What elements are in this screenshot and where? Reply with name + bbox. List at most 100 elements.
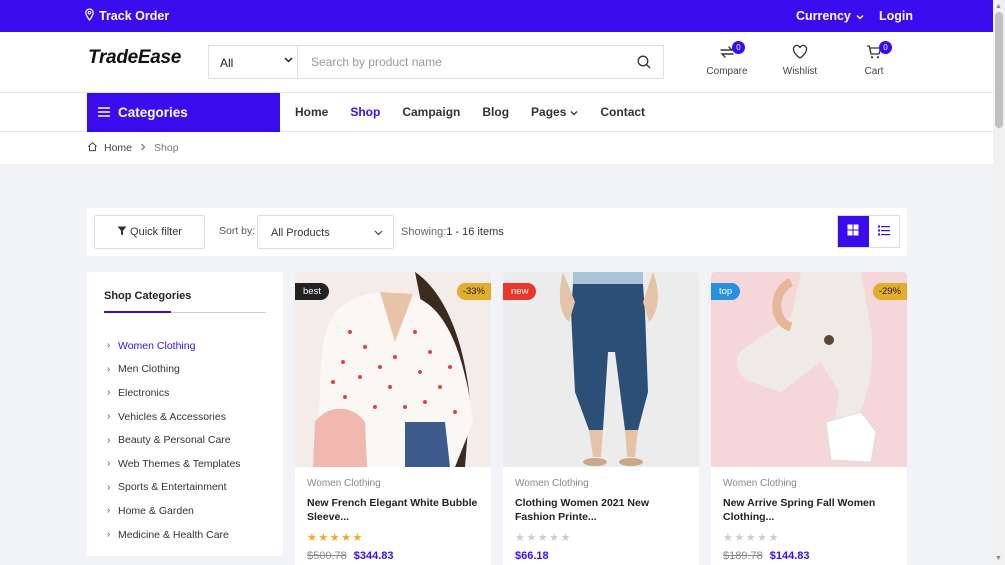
- chevron-right-icon: ›: [107, 340, 111, 352]
- chevron-right-icon: ›: [107, 387, 111, 399]
- category-list: › Women Clothing › Men Clothing › Electroni…: [107, 334, 241, 546]
- product-rating: ★ ★ ★ ★ ★: [723, 531, 779, 544]
- chevron-down-icon: [570, 105, 578, 119]
- chevron-down-icon: [374, 227, 383, 239]
- chevron-right-icon: ›: [107, 458, 111, 470]
- chevron-right-icon: ›: [107, 481, 111, 493]
- grid-icon: [847, 223, 859, 241]
- compare-button[interactable]: 0 Compare: [697, 41, 757, 77]
- product-prices: $66.18: [515, 550, 549, 562]
- sort-label: Sort by:: [219, 225, 256, 237]
- search-bar: All: [208, 45, 664, 79]
- nav-link-campaign[interactable]: Campaign: [402, 105, 460, 119]
- product-image[interactable]: best -33%: [295, 272, 491, 467]
- category-item-women-clothing[interactable]: › Women Clothing: [107, 334, 241, 358]
- category-label: Vehicles & Accessories: [118, 410, 226, 423]
- star-icon: ★: [341, 532, 352, 544]
- category-item-sports[interactable]: › Sports & Entertainment: [107, 476, 241, 500]
- current-price: $144.83: [769, 550, 810, 562]
- current-price: $66.18: [515, 550, 549, 562]
- quick-filter-button[interactable]: Quick filter: [94, 215, 205, 249]
- logo[interactable]: TradeEase: [88, 47, 181, 69]
- cart-button[interactable]: 0 Cart: [844, 41, 904, 77]
- currency-dropdown[interactable]: Currency: [796, 9, 864, 23]
- nav-link-contact[interactable]: Contact: [600, 105, 645, 119]
- product-card[interactable]: best -33% Women Clothing New French Eleg…: [295, 272, 491, 565]
- list-view-button[interactable]: [869, 216, 900, 247]
- category-item-web-themes[interactable]: › Web Themes & Templates: [107, 452, 241, 476]
- product-image[interactable]: new: [503, 272, 699, 467]
- star-icon: ★: [745, 532, 757, 544]
- breadcrumb-home[interactable]: Home: [104, 142, 132, 154]
- star-icon: ★: [549, 532, 560, 544]
- track-order-link[interactable]: Track Order: [84, 8, 169, 24]
- category-label: Men Clothing: [118, 363, 180, 376]
- shop-categories-title: Shop Categories: [104, 290, 192, 302]
- category-item-electronics[interactable]: › Electronics: [107, 381, 241, 405]
- category-item-men-clothing[interactable]: › Men Clothing: [107, 358, 241, 382]
- nav-link-shop[interactable]: Shop: [350, 105, 380, 119]
- star-icon: ★: [329, 532, 341, 544]
- category-item-home-garden[interactable]: › Home & Garden: [107, 499, 241, 523]
- compare-count-badge: 0: [732, 41, 745, 54]
- current-price: $344.83: [353, 550, 394, 562]
- track-order-label: Track Order: [99, 9, 170, 23]
- wishlist-button[interactable]: Wishlist: [770, 44, 830, 77]
- search-input[interactable]: [298, 46, 663, 78]
- showing-count: Showing:1 - 16 items: [401, 226, 504, 238]
- category-label: Women Clothing: [118, 339, 196, 352]
- chevron-right-icon: ›: [107, 505, 111, 517]
- product-name[interactable]: New French Elegant White Bubble Sleeve..…: [307, 497, 482, 524]
- product-image[interactable]: top -29%: [711, 272, 907, 467]
- hamburger-icon: [98, 105, 110, 120]
- compare-label: Compare: [706, 66, 748, 77]
- sort-value: All Products: [271, 227, 330, 239]
- scroll-down-arrow-icon[interactable]: ▼: [995, 555, 1002, 562]
- category-item-beauty[interactable]: › Beauty & Personal Care: [107, 428, 241, 452]
- filter-icon: [117, 226, 127, 239]
- star-icon: ★: [560, 532, 571, 544]
- nav-link-blog[interactable]: Blog: [482, 105, 509, 119]
- page-scrollbar[interactable]: ▲ ▼: [993, 0, 1005, 565]
- login-link[interactable]: Login: [879, 9, 913, 23]
- product-tag-badge: new: [503, 283, 537, 300]
- product-card[interactable]: top -29% Women Clothing New Arrive Sprin…: [711, 272, 907, 565]
- search-category-select[interactable]: All: [209, 46, 298, 78]
- old-price: $500.78: [307, 550, 347, 562]
- discount-badge: -29%: [872, 283, 907, 300]
- sort-select[interactable]: All Products: [257, 215, 394, 249]
- search-icon[interactable]: [637, 55, 651, 74]
- showing-range: 1 - 16 items: [446, 226, 504, 238]
- currency-label: Currency: [796, 9, 851, 23]
- star-icon: ★: [526, 532, 537, 544]
- nav-link-pages[interactable]: Pages: [531, 105, 578, 119]
- cart-label: Cart: [864, 66, 884, 77]
- scroll-up-arrow-icon[interactable]: ▲: [995, 3, 1002, 10]
- categories-button[interactable]: Categories: [87, 93, 280, 132]
- product-name[interactable]: New Arrive Spring Fall Women Clothing...: [723, 497, 898, 524]
- chevron-right-icon: ›: [107, 529, 111, 541]
- nav-link-home[interactable]: Home: [295, 105, 328, 119]
- category-item-medicine[interactable]: › Medicine & Health Care: [107, 523, 241, 547]
- title-underline: [104, 311, 266, 313]
- discount-badge: -33%: [456, 283, 491, 300]
- categories-label: Categories: [118, 105, 188, 120]
- chevron-down-icon: [284, 55, 293, 66]
- scrollbar-thumb[interactable]: [995, 12, 1003, 128]
- star-icon: ★: [318, 532, 329, 544]
- star-icon: ★: [307, 532, 318, 544]
- category-label: Medicine & Health Care: [118, 528, 229, 541]
- breadcrumb-current: Shop: [154, 142, 179, 154]
- page: Track Order Currency Login TradeEase All: [0, 0, 993, 565]
- chevron-down-icon: [856, 9, 864, 23]
- location-pin-icon: [84, 8, 95, 24]
- category-label: Home & Garden: [118, 504, 194, 517]
- home-icon: [87, 141, 98, 155]
- product-name[interactable]: Clothing Women 2021 New Fashion Printe..…: [515, 497, 690, 524]
- category-item-vehicles[interactable]: › Vehicles & Accessories: [107, 405, 241, 429]
- category-label: Electronics: [118, 386, 170, 399]
- product-card[interactable]: new Women Clothing Clothing Women 2021 N…: [503, 272, 699, 565]
- main-nav: Categories Home Shop Campaign Blog Pages…: [0, 93, 993, 132]
- grid-view-button[interactable]: [838, 216, 869, 247]
- quick-filter-label: Quick filter: [130, 226, 182, 238]
